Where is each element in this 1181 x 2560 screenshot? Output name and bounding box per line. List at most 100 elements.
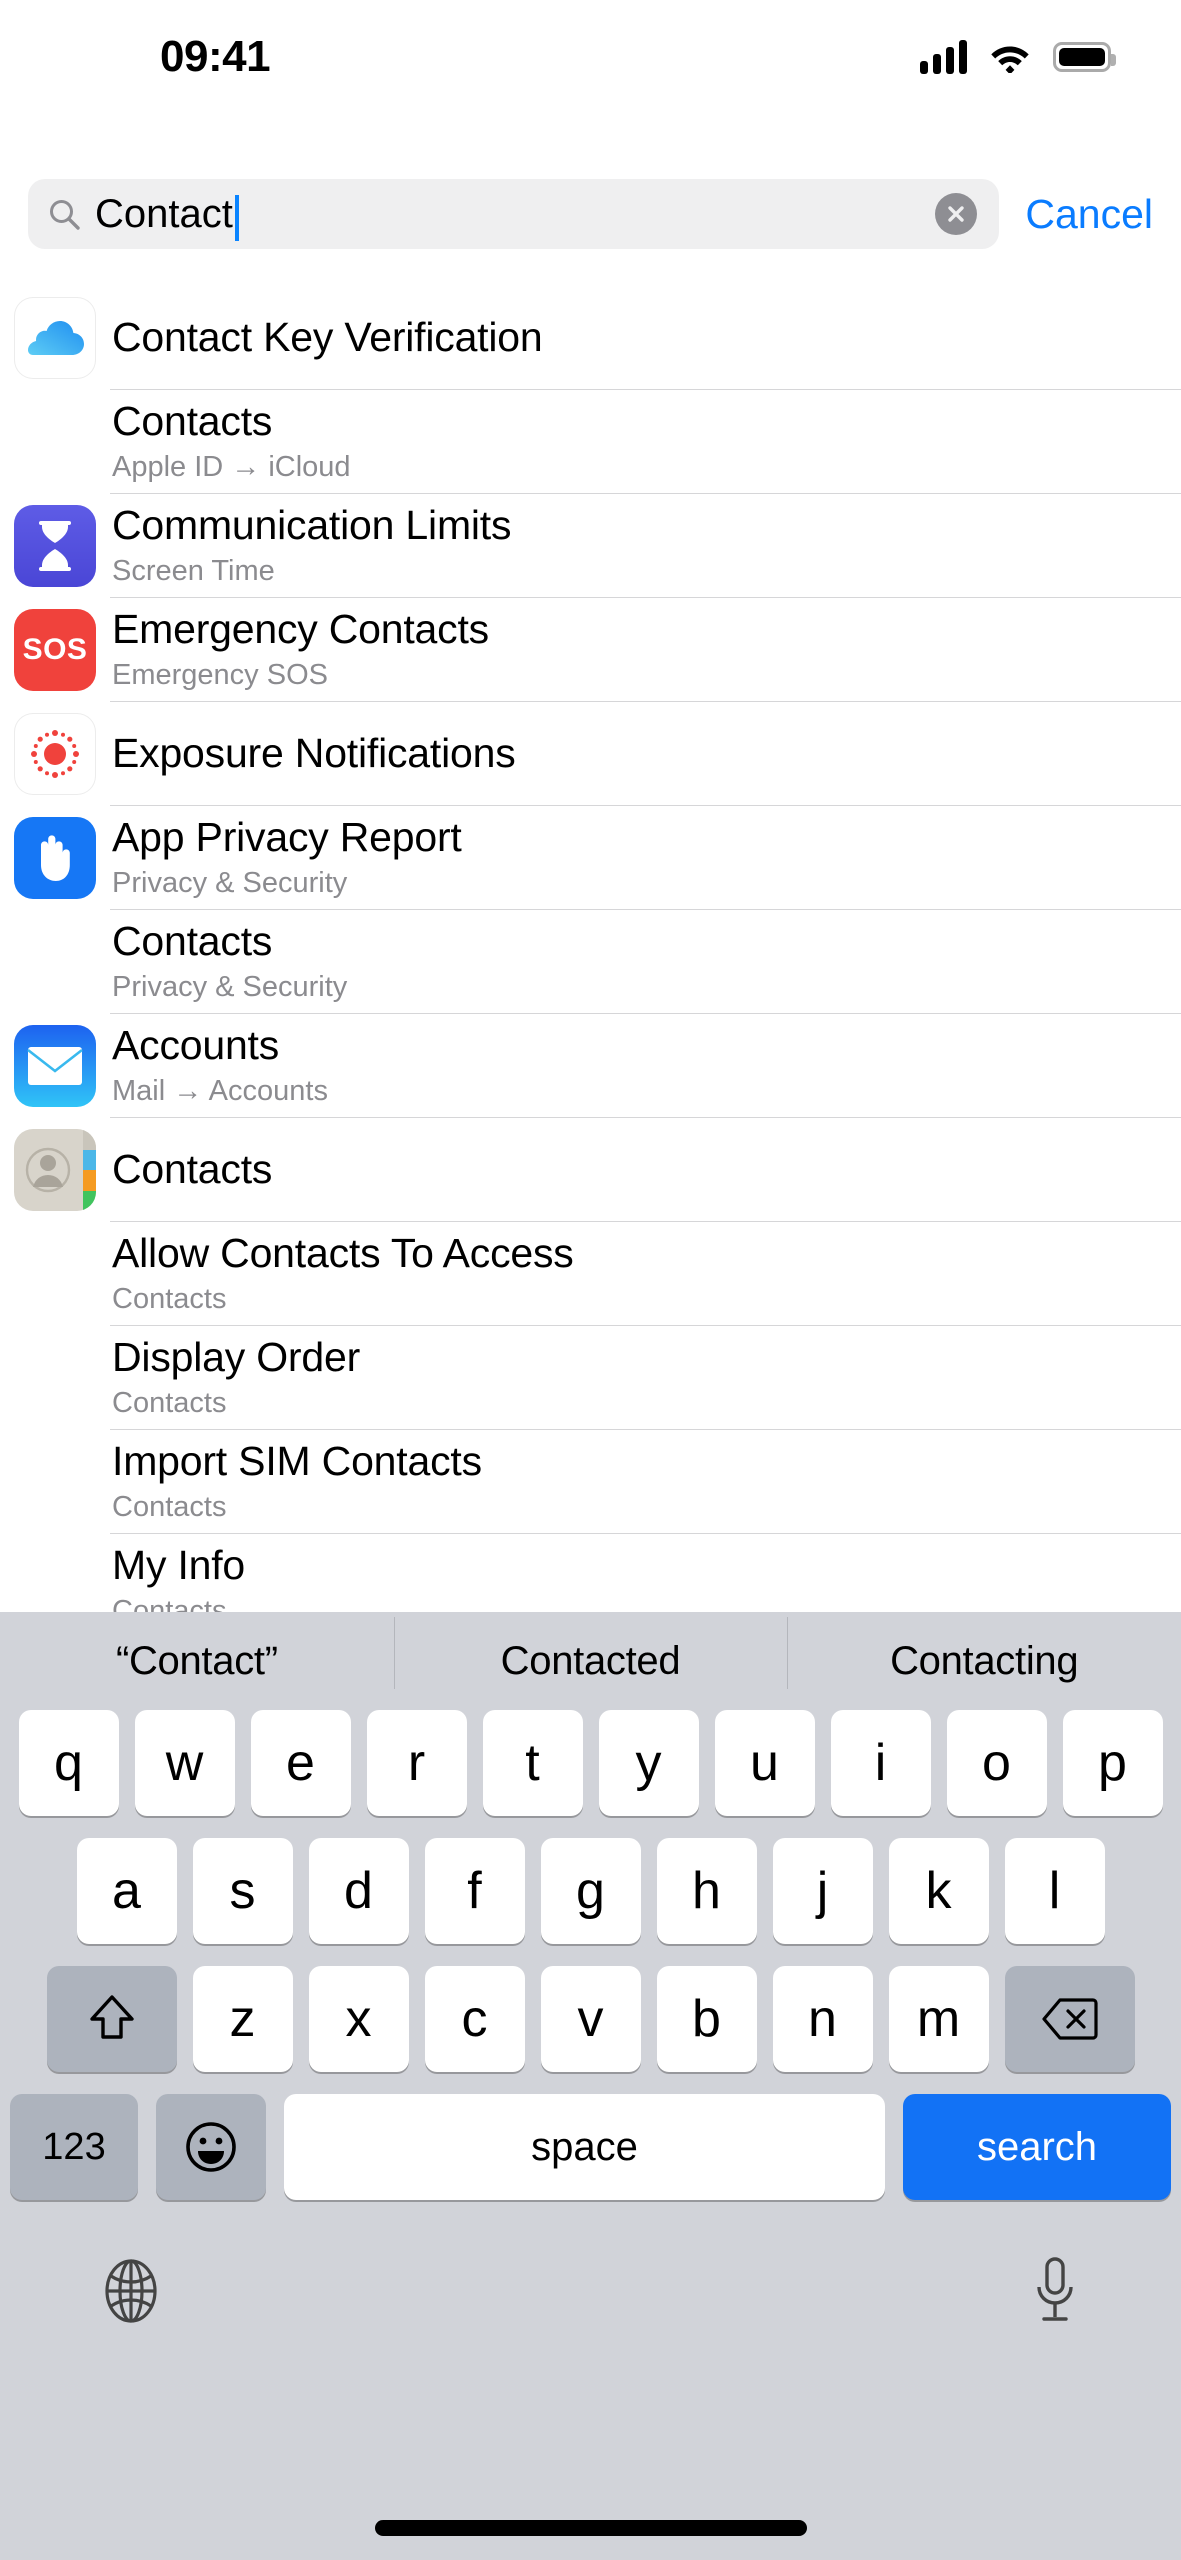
result-title: Allow Contacts To Access	[112, 1229, 574, 1276]
list-item[interactable]: My Info Contacts	[0, 1534, 1181, 1612]
row-icon	[0, 286, 110, 390]
keyboard-bottom-bar	[0, 2222, 1181, 2350]
key-k[interactable]: k	[888, 1838, 989, 1944]
row-text: App Privacy Report Privacy & Security	[110, 806, 1181, 910]
onscreen-keyboard[interactable]: “Contact” Contacted Contacting q w e r t…	[0, 1612, 1181, 2560]
key-j[interactable]: j	[772, 1838, 873, 1944]
sos-label: SOS	[22, 633, 88, 666]
result-title: Contact Key Verification	[112, 314, 543, 361]
list-item[interactable]: Accounts Mail → Accounts	[0, 1014, 1181, 1118]
key-z[interactable]: z	[192, 1966, 293, 2072]
key-i[interactable]: i	[830, 1710, 931, 1816]
row-icon	[0, 390, 110, 494]
key-l[interactable]: l	[1004, 1838, 1105, 1944]
key-n[interactable]: n	[772, 1966, 873, 2072]
result-subtitle: Apple ID → iCloud	[112, 450, 351, 483]
result-subtitle: Mail → Accounts	[112, 1074, 328, 1107]
key-m[interactable]: m	[888, 1966, 989, 2072]
contacts-app-icon	[14, 1129, 96, 1211]
list-item[interactable]: Contacts Privacy & Security	[0, 910, 1181, 1014]
backspace-icon	[1041, 1998, 1098, 2040]
list-item[interactable]: Display Order Contacts	[0, 1326, 1181, 1430]
row-text: Display Order Contacts	[110, 1326, 1181, 1430]
text-cursor	[234, 195, 239, 241]
emoji-key[interactable]	[156, 2094, 266, 2200]
list-item[interactable]: Allow Contacts To Access Contacts	[0, 1222, 1181, 1326]
list-item[interactable]: SOS Emergency Contacts Emergency SOS	[0, 598, 1181, 702]
prediction-1[interactable]: Contacted	[393, 1616, 788, 1689]
shift-key[interactable]	[46, 1966, 177, 2072]
list-item[interactable]: Exposure Notifications	[0, 702, 1181, 806]
result-title: My Info	[112, 1541, 246, 1588]
battery-icon	[1053, 42, 1116, 72]
prediction-0[interactable]: “Contact”	[0, 1639, 394, 1684]
row-icon	[0, 702, 110, 806]
microphone-icon	[1037, 2256, 1073, 2321]
key-t[interactable]: t	[482, 1710, 583, 1816]
list-item[interactable]: Contacts	[0, 1118, 1181, 1222]
cancel-button[interactable]: Cancel	[1025, 191, 1153, 238]
list-item[interactable]: Communication Limits Screen Time	[0, 494, 1181, 598]
list-item[interactable]: Import SIM Contacts Contacts	[0, 1430, 1181, 1534]
key-f[interactable]: f	[424, 1838, 525, 1944]
search-return-key[interactable]: search	[903, 2094, 1171, 2200]
prediction-2[interactable]: Contacting	[787, 1616, 1181, 1689]
result-title: Contacts	[112, 397, 273, 444]
search-results-list[interactable]: Contact Key Verification Contacts Apple …	[0, 286, 1181, 1612]
key-d[interactable]: d	[308, 1838, 409, 1944]
numbers-key[interactable]: 123	[10, 2094, 138, 2200]
row-text: Contact Key Verification	[110, 286, 1181, 390]
globe-key[interactable]	[98, 2258, 164, 2329]
row-icon	[0, 910, 110, 1014]
keyboard-row-1: q w e r t y u i o p	[0, 1710, 1181, 1816]
row-icon	[0, 494, 110, 598]
key-v[interactable]: v	[540, 1966, 641, 2072]
list-item[interactable]: Contact Key Verification	[0, 286, 1181, 390]
list-item[interactable]: Contacts Apple ID → iCloud	[0, 390, 1181, 494]
row-text: Import SIM Contacts Contacts	[110, 1430, 1181, 1534]
home-indicator	[374, 2520, 807, 2536]
key-g[interactable]: g	[540, 1838, 641, 1944]
result-subtitle: Emergency SOS	[112, 658, 328, 691]
status-bar: 09:41	[0, 0, 1181, 100]
result-subtitle: Contacts	[112, 1386, 227, 1419]
row-text: Exposure Notifications	[110, 702, 1181, 806]
search-input[interactable]: Contact	[28, 179, 1000, 249]
screen-time-icon	[14, 505, 96, 587]
search-input-value: Contact	[95, 192, 233, 236]
list-item[interactable]: App Privacy Report Privacy & Security	[0, 806, 1181, 910]
key-a[interactable]: a	[76, 1838, 177, 1944]
key-u[interactable]: u	[714, 1710, 815, 1816]
row-icon	[0, 1014, 110, 1118]
close-icon	[948, 206, 965, 222]
keyboard-row-3: z x c v b n m	[0, 1966, 1181, 2072]
space-key[interactable]: space	[284, 2094, 885, 2200]
status-icons	[920, 40, 1116, 74]
iphone-screen: 09:41 Contact Cancel Contact Key Verific…	[0, 0, 1181, 2560]
result-title: Communication Limits	[112, 501, 512, 548]
key-c[interactable]: c	[424, 1966, 525, 2072]
row-text: Emergency Contacts Emergency SOS	[110, 598, 1181, 702]
key-r[interactable]: r	[366, 1710, 467, 1816]
key-q[interactable]: q	[18, 1710, 119, 1816]
predictive-text-bar[interactable]: “Contact” Contacted Contacting	[0, 1612, 1181, 1710]
exposure-notifications-icon	[14, 713, 96, 795]
sos-icon: SOS	[14, 609, 96, 691]
key-b[interactable]: b	[656, 1966, 757, 2072]
keyboard-row-2: a s d f g h j k l	[0, 1838, 1181, 1944]
key-s[interactable]: s	[192, 1838, 293, 1944]
wifi-icon	[991, 46, 1029, 73]
clear-search-button[interactable]	[935, 193, 978, 235]
contacts-color-tabs	[83, 1129, 96, 1211]
row-text: Allow Contacts To Access Contacts	[110, 1222, 1181, 1326]
key-x[interactable]: x	[308, 1966, 409, 2072]
key-w[interactable]: w	[134, 1710, 235, 1816]
key-o[interactable]: o	[946, 1710, 1047, 1816]
key-p[interactable]: p	[1062, 1710, 1163, 1816]
backspace-key[interactable]	[1004, 1966, 1135, 2072]
dictation-key[interactable]	[1027, 2255, 1083, 2332]
row-text: My Info Contacts	[110, 1534, 1181, 1612]
key-h[interactable]: h	[656, 1838, 757, 1944]
key-e[interactable]: e	[250, 1710, 351, 1816]
key-y[interactable]: y	[598, 1710, 699, 1816]
